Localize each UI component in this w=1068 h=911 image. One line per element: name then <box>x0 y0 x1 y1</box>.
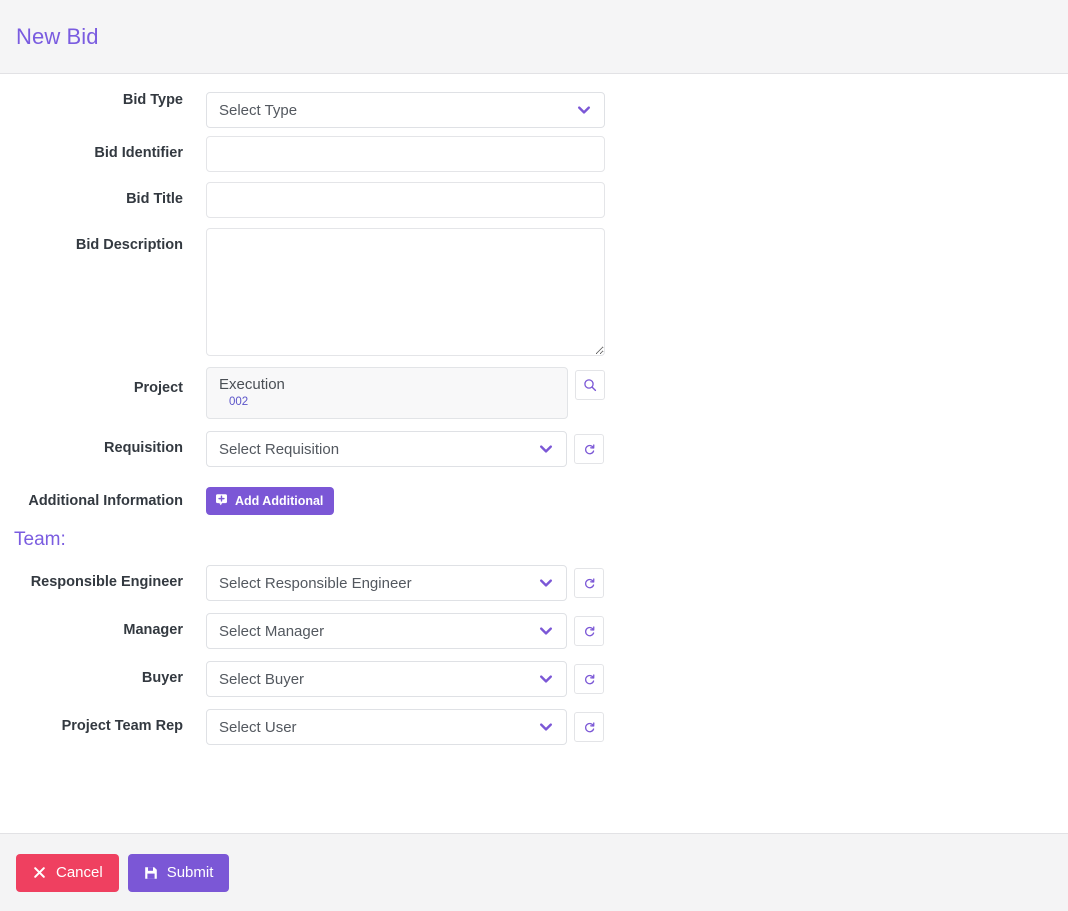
chevron-down-icon <box>538 671 554 687</box>
project-team-rep-refresh-button[interactable] <box>574 712 604 742</box>
add-note-icon <box>215 493 228 509</box>
form-row-additional-information: Additional Information Add Additional <box>0 487 1068 515</box>
label-bid-title: Bid Title <box>126 191 183 207</box>
responsible-engineer-select[interactable]: Select Responsible Engineer <box>206 565 567 601</box>
bid-description-textarea[interactable] <box>206 228 605 356</box>
manager-refresh-button[interactable] <box>574 616 604 646</box>
buyer-select-value: Select Buyer <box>219 670 305 688</box>
cancel-button-label: Cancel <box>56 864 103 881</box>
requisition-refresh-button[interactable] <box>574 434 604 464</box>
form-row-manager: Manager Select Manager <box>0 613 1068 649</box>
responsible-engineer-select-value: Select Responsible Engineer <box>219 574 412 592</box>
field-project-team-rep: Select User <box>206 709 604 745</box>
manager-select-value: Select Manager <box>219 622 325 640</box>
label-bid-description: Bid Description <box>75 237 183 253</box>
label-manager: Manager <box>123 622 183 638</box>
project-search-button[interactable] <box>575 370 605 400</box>
form-footer: Cancel Submit <box>0 833 1068 911</box>
submit-button[interactable]: Submit <box>127 853 230 892</box>
field-requisition: Select Requisition <box>206 431 604 467</box>
project-team-rep-select-value: Select User <box>219 718 297 736</box>
refresh-icon <box>583 625 596 638</box>
search-icon <box>583 378 597 392</box>
form-row-bid-title: Bid Title <box>0 182 1068 218</box>
project-readonly-box[interactable]: Execution 002 <box>206 367 568 419</box>
label-responsible-engineer: Responsible Engineer <box>30 574 183 590</box>
form-row-bid-identifier: Bid Identifier <box>0 136 1068 172</box>
bid-type-select-value: Select Type <box>219 101 298 119</box>
cancel-button[interactable]: Cancel <box>16 853 119 892</box>
refresh-icon <box>583 443 596 456</box>
refresh-icon <box>583 721 596 734</box>
submit-button-label: Submit <box>166 864 214 881</box>
refresh-icon <box>583 673 596 686</box>
label-requisition: Requisition <box>104 440 183 456</box>
form-row-project-team-rep: Project Team Rep Select User <box>0 709 1068 745</box>
field-additional-information: Add Additional <box>206 487 335 515</box>
team-section-heading: Team: <box>14 529 66 550</box>
field-bid-type: Select Type <box>206 92 605 128</box>
label-bid-type: Bid Type <box>122 92 183 108</box>
add-additional-button[interactable]: Add Additional <box>206 487 335 515</box>
form-row-bid-type: Bid Type Select Type <box>0 92 1068 128</box>
bid-form: Bid Type Select Type Bid Identifier Bid … <box>0 74 1068 833</box>
form-row-buyer: Buyer Select Buyer <box>0 661 1068 697</box>
requisition-select[interactable]: Select Requisition <box>206 431 567 467</box>
field-manager: Select Manager <box>206 613 604 649</box>
chevron-down-icon <box>538 441 554 457</box>
refresh-icon <box>583 577 596 590</box>
manager-select[interactable]: Select Manager <box>206 613 567 649</box>
label-project-team-rep: Project Team Rep <box>61 718 183 734</box>
save-disk-icon <box>144 866 158 880</box>
field-responsible-engineer: Select Responsible Engineer <box>206 565 604 601</box>
chevron-down-icon <box>576 102 592 118</box>
add-additional-label: Add Additional <box>235 494 324 508</box>
label-additional-information: Additional Information <box>28 493 183 509</box>
label-bid-identifier: Bid Identifier <box>94 145 183 161</box>
page-title: New Bid <box>16 23 99 49</box>
chevron-down-icon <box>538 719 554 735</box>
close-x-icon <box>32 865 47 880</box>
field-bid-identifier <box>206 136 605 172</box>
field-project: Execution 002 <box>206 367 605 419</box>
requisition-select-value: Select Requisition <box>219 440 340 458</box>
field-bid-title <box>206 182 605 218</box>
bid-identifier-input[interactable] <box>206 136 605 172</box>
project-team-rep-select[interactable]: Select User <box>206 709 567 745</box>
form-row-responsible-engineer: Responsible Engineer Select Responsible … <box>0 565 1068 601</box>
page-header: New Bid <box>0 0 1068 74</box>
project-name: Execution <box>219 375 285 393</box>
buyer-refresh-button[interactable] <box>574 664 604 694</box>
project-code: 002 <box>229 395 249 408</box>
form-row-bid-description: Bid Description <box>0 228 1068 356</box>
field-buyer: Select Buyer <box>206 661 604 697</box>
buyer-select[interactable]: Select Buyer <box>206 661 567 697</box>
label-project: Project <box>133 380 183 396</box>
chevron-down-icon <box>538 575 554 591</box>
field-bid-description <box>206 228 605 356</box>
bid-title-input[interactable] <box>206 182 605 218</box>
chevron-down-icon <box>538 623 554 639</box>
form-row-requisition: Requisition Select Requisition <box>0 431 1068 467</box>
label-buyer: Buyer <box>141 670 183 686</box>
form-row-project: Project Execution 002 <box>0 367 1068 419</box>
bid-type-select[interactable]: Select Type <box>206 92 605 128</box>
responsible-engineer-refresh-button[interactable] <box>574 568 604 598</box>
